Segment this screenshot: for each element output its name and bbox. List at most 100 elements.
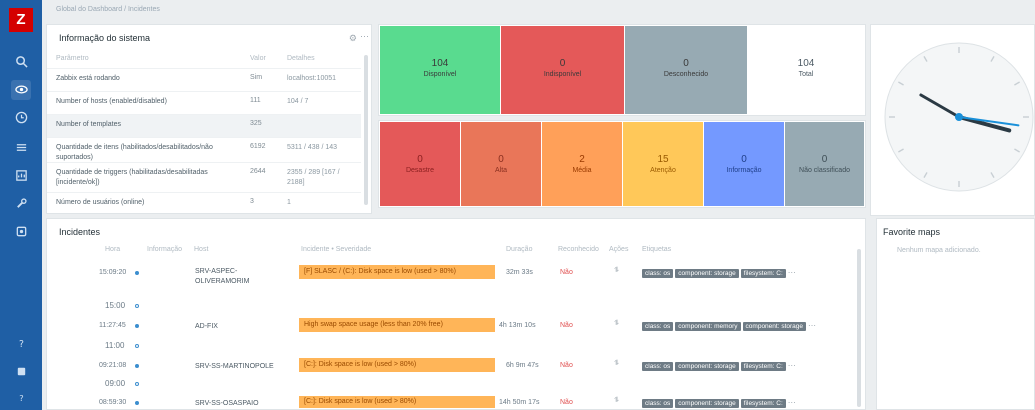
incident-tags: class: os component: storage filesystem: C…: [642, 398, 796, 408]
timeline-dot: [135, 324, 139, 328]
more-icon[interactable]: ⋯: [360, 31, 369, 42]
clock-icon[interactable]: [11, 108, 31, 128]
incident-duration: 32m 33s: [506, 269, 533, 276]
question-icon[interactable]: ?: [11, 388, 31, 408]
system-info-title: Informação do sistema: [59, 33, 151, 43]
tile-label: Alta: [494, 167, 508, 174]
more-tags-icon[interactable]: ⋯: [788, 361, 796, 370]
col-problem[interactable]: Incidente • Severidade: [301, 246, 371, 253]
tile-value: 15: [657, 154, 669, 165]
col-value: Valor: [250, 55, 266, 62]
tile-label: Disponível: [423, 71, 457, 78]
tile-value: 104: [431, 58, 449, 69]
incident-ack[interactable]: Não: [560, 269, 573, 276]
incident-host[interactable]: SRV-ASPEC-OLIVERAMORIM: [195, 267, 285, 287]
col-time[interactable]: Hora: [105, 246, 120, 253]
actions-icon[interactable]: ⥮: [614, 320, 619, 328]
favorite-maps-empty: Nenhum mapa adicionado.: [897, 247, 981, 254]
tile-high[interactable]: 0 Alta: [461, 122, 541, 206]
param-details: 1: [287, 199, 291, 206]
incident-ack[interactable]: Não: [560, 322, 573, 329]
timeline-marker: 09:00: [105, 379, 126, 388]
actions-icon[interactable]: ⥮: [614, 267, 619, 275]
svg-text:?: ?: [19, 393, 23, 403]
tag[interactable]: filesystem: C:: [740, 362, 786, 371]
incident-time[interactable]: 11:27:45: [99, 322, 126, 329]
user-icon[interactable]: [11, 362, 31, 382]
tile-value: 0: [683, 58, 689, 69]
param-value: 325: [250, 120, 262, 127]
param-label: Quantidade de triggers (habilitadas/desa…: [56, 169, 208, 186]
tag[interactable]: component: storage: [675, 269, 739, 278]
tag[interactable]: component: storage: [675, 362, 739, 371]
timeline-dot: [135, 304, 139, 308]
breadcrumb[interactable]: Global do Dashboard / Incidentes: [56, 6, 160, 13]
svg-text:?: ?: [19, 339, 24, 350]
tile-information[interactable]: 0 Informação: [704, 122, 784, 206]
more-tags-icon[interactable]: ⋯: [788, 398, 796, 407]
tag[interactable]: component: memory: [675, 322, 741, 331]
actions-icon[interactable]: ⥮: [614, 360, 619, 368]
tile-value: 0: [741, 154, 747, 165]
gear-icon[interactable]: ⚙: [349, 33, 357, 44]
tag[interactable]: class: os: [642, 322, 674, 331]
cog-icon[interactable]: [11, 222, 31, 242]
col-host[interactable]: Host: [194, 246, 208, 253]
tag[interactable]: class: os: [642, 362, 674, 371]
tile-value: 0: [498, 154, 504, 165]
problems-by-severity-widget: 0 Desastre 0 Alta 2 Média 15 Atenção 0 I…: [378, 120, 866, 208]
incident-host[interactable]: SRV-SS-OSASPAIO: [195, 399, 295, 409]
tile-value: 2: [579, 154, 585, 165]
help-icon[interactable]: ?: [11, 334, 31, 354]
incident-ack[interactable]: Não: [560, 399, 573, 406]
incident-duration: 4h 13m 10s: [499, 322, 536, 329]
tile-disaster[interactable]: 0 Desastre: [380, 122, 460, 206]
wrench-icon[interactable]: [11, 194, 31, 214]
zabbix-logo[interactable]: Z: [9, 8, 33, 32]
scrollbar[interactable]: [364, 55, 368, 205]
param-details: 2355 / 289 [167 / 2188]: [287, 169, 340, 186]
timeline-dot: [135, 364, 139, 368]
incident-host[interactable]: SRV-SS-MARTINOPOLE: [195, 362, 295, 372]
tile-warning[interactable]: 15 Atenção: [623, 122, 703, 206]
incident-ack[interactable]: Não: [560, 362, 573, 369]
tile-total[interactable]: 104 Total: [748, 26, 864, 114]
eye-icon[interactable]: [11, 80, 31, 100]
param-label: Zabbix está rodando: [56, 75, 120, 82]
col-info: Informação: [147, 246, 183, 253]
incident-problem[interactable]: High swap space usage (less than 20% fre…: [299, 318, 495, 332]
tile-average[interactable]: 2 Média: [542, 122, 622, 206]
more-tags-icon[interactable]: ⋯: [788, 268, 796, 277]
analog-clock: [884, 42, 1034, 192]
tag[interactable]: class: os: [642, 269, 674, 278]
search-icon[interactable]: [11, 52, 31, 72]
tile-available[interactable]: 104 Disponível: [380, 26, 500, 114]
incident-problem[interactable]: [C:]: Disk space is low (used > 80%): [299, 396, 495, 408]
incident-problem[interactable]: [F] SLASC / (C:): Disk space is low (use…: [299, 265, 495, 279]
tile-unavailable[interactable]: 0 Indisponível: [501, 26, 624, 114]
incident-time[interactable]: 08:59:30: [99, 399, 126, 406]
report-icon[interactable]: [11, 166, 31, 186]
incident-time[interactable]: 09:21:08: [99, 362, 126, 369]
incident-time[interactable]: 15:09:20: [99, 269, 126, 276]
tag[interactable]: filesystem: C:: [740, 269, 786, 278]
tile-value: 0: [559, 58, 566, 69]
tile-unknown[interactable]: 0 Desconhecido: [625, 26, 747, 114]
param-label: Number of hosts (enabled/disabled): [56, 98, 167, 105]
tile-not-classified[interactable]: 0 Não classificado: [785, 122, 864, 206]
param-details: 5311 / 438 / 143: [287, 144, 338, 151]
incident-host[interactable]: AD-FIX: [195, 322, 285, 332]
actions-icon[interactable]: ⥮: [614, 397, 619, 405]
tag[interactable]: component: storage: [742, 322, 806, 331]
param-label: Number of templates: [56, 121, 121, 128]
tag[interactable]: component: storage: [675, 399, 739, 408]
list-icon[interactable]: [11, 138, 31, 158]
incidents-widget: Incidentes Hora Informação Host Incident…: [46, 218, 866, 410]
incident-tags: class: os component: storage filesystem: C…: [642, 361, 796, 371]
more-tags-icon[interactable]: ⋯: [808, 321, 816, 330]
param-value: Sim: [250, 74, 263, 81]
scrollbar[interactable]: [857, 249, 861, 407]
tag[interactable]: class: os: [642, 399, 674, 408]
incident-problem[interactable]: [C:]: Disk space is low (used > 80%): [299, 358, 495, 372]
tag[interactable]: filesystem: C:: [740, 399, 786, 408]
